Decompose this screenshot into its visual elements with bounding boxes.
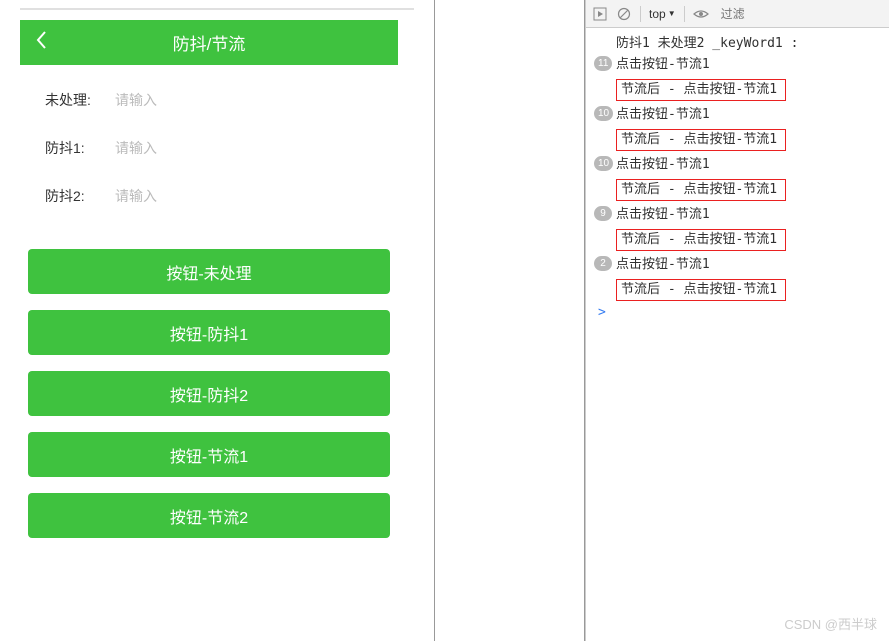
console-log-line: 9 点击按钮-节流1 xyxy=(594,203,881,227)
console-log-line: 节流后 - 点击按钮-节流1 xyxy=(594,177,881,203)
log-text: 点击按钮-节流1 xyxy=(616,57,710,72)
eye-icon[interactable] xyxy=(693,6,709,22)
toolbar-sep xyxy=(640,6,641,22)
log-text: 节流后 - 点击按钮-节流1 xyxy=(616,129,786,151)
header-title: 防抖/节流 xyxy=(20,30,398,55)
context-label: top xyxy=(649,7,666,21)
top-divider xyxy=(20,8,414,10)
console-log-line: 10点击按钮-节流1 xyxy=(594,153,881,177)
console-log-line: 11 点击按钮-节流1 xyxy=(594,53,881,77)
devtools-panel: top ▼ 防抖1 未处理2 _keyWord1 : 11 点击按钮-节流1 节流后… xyxy=(585,0,889,641)
watermark: CSDN @西半球 xyxy=(784,614,877,633)
console-prompt[interactable]: > xyxy=(594,305,881,320)
form-row-debounce2: 防抖2: xyxy=(45,186,373,206)
input-unhandled[interactable] xyxy=(115,92,373,108)
chevron-down-icon: ▼ xyxy=(668,9,676,18)
console-log-line: 2 点击按钮-节流1 xyxy=(594,253,881,277)
form-label: 防抖2: xyxy=(45,186,115,206)
context-selector[interactable]: top ▼ xyxy=(649,7,676,21)
log-text: 点击按钮-节流1 xyxy=(616,157,710,172)
middle-panel xyxy=(435,0,585,641)
log-text: 点击按钮-节流1 xyxy=(616,107,710,122)
log-count-badge: 10 xyxy=(594,106,613,121)
btn-throttle2[interactable]: 按钮-节流2 xyxy=(28,493,390,538)
btn-debounce2[interactable]: 按钮-防抖2 xyxy=(28,371,390,416)
button-area: 按钮-未处理 按钮-防抖1 按钮-防抖2 按钮-节流1 按钮-节流2 xyxy=(20,249,398,538)
log-text: 节流后 - 点击按钮-节流1 xyxy=(616,79,786,101)
console-body: 防抖1 未处理2 _keyWord1 : 11 点击按钮-节流1 节流后 - 点击按… xyxy=(586,28,889,641)
log-text: 节流后 - 点击按钮-节流1 xyxy=(616,179,786,201)
log-count-badge: 10 xyxy=(594,156,613,171)
form-row-unhandled: 未处理: xyxy=(45,90,373,110)
mobile-frame: 防抖/节流 未处理: 防抖1: 防抖2: 按钮-未处理 xyxy=(20,20,398,538)
console-log-line: 节流后 - 点击按钮-节流1 xyxy=(594,277,881,303)
app-header: 防抖/节流 xyxy=(20,20,398,65)
btn-unhandled[interactable]: 按钮-未处理 xyxy=(28,249,390,294)
form-label: 未处理: xyxy=(45,90,115,110)
log-text: 点击按钮-节流1 xyxy=(616,207,710,222)
input-debounce2[interactable] xyxy=(115,188,373,204)
input-debounce1[interactable] xyxy=(115,140,373,156)
mobile-preview-panel: 防抖/节流 未处理: 防抖1: 防抖2: 按钮-未处理 xyxy=(0,0,435,641)
form-area: 未处理: 防抖1: 防抖2: xyxy=(20,65,398,249)
log-text: 节流后 - 点击按钮-节流1 xyxy=(616,279,786,301)
log-text: 点击按钮-节流1 xyxy=(616,257,710,272)
log-count-badge: 2 xyxy=(594,256,612,271)
form-label: 防抖1: xyxy=(45,138,115,158)
console-toolbar: top ▼ xyxy=(586,0,889,28)
filter-input[interactable] xyxy=(717,5,883,23)
log-text: 节流后 - 点击按钮-节流1 xyxy=(616,229,786,251)
play-icon[interactable] xyxy=(592,6,608,22)
form-row-debounce1: 防抖1: xyxy=(45,138,373,158)
console-log-line: 节流后 - 点击按钮-节流1 xyxy=(594,127,881,153)
clear-icon[interactable] xyxy=(616,6,632,22)
console-log-line: 节流后 - 点击按钮-节流1 xyxy=(594,227,881,253)
log-count-badge: 9 xyxy=(594,206,612,221)
toolbar-sep xyxy=(684,6,685,22)
log-header: 防抖1 未处理2 _keyWord1 : xyxy=(594,32,881,53)
console-log-line: 节流后 - 点击按钮-节流1 xyxy=(594,77,881,103)
btn-throttle1[interactable]: 按钮-节流1 xyxy=(28,432,390,477)
log-count-badge: 11 xyxy=(594,56,612,71)
back-icon[interactable] xyxy=(35,30,47,56)
console-log-line: 10点击按钮-节流1 xyxy=(594,103,881,127)
btn-debounce1[interactable]: 按钮-防抖1 xyxy=(28,310,390,355)
